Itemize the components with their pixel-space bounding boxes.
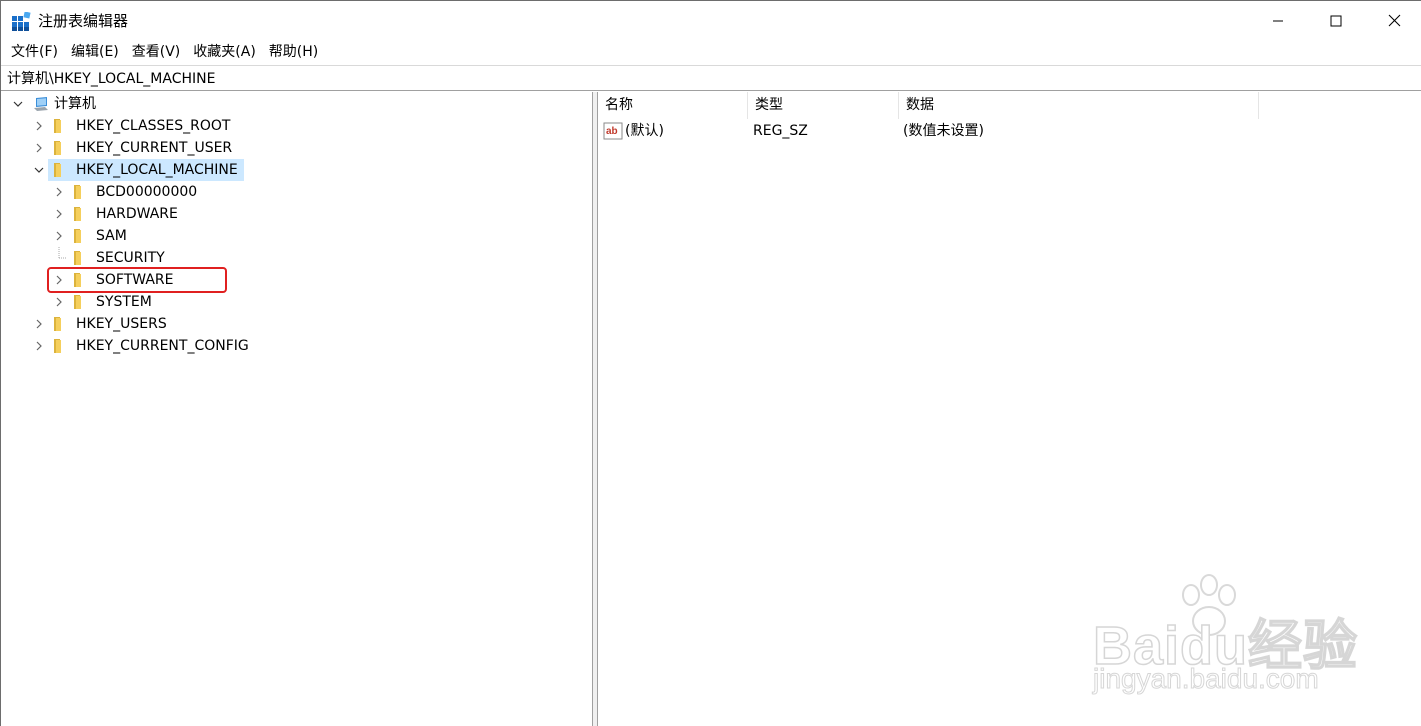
folder-open-icon (54, 163, 61, 177)
folder-icon (74, 207, 81, 221)
folder-icon (54, 317, 61, 331)
tree-item-hkey-local-machine[interactable]: HKEY_LOCAL_MACHINE (32, 159, 244, 181)
maximize-icon (1330, 15, 1342, 26)
tree-item-label: SYSTEM (96, 294, 152, 310)
tree-item-hardware[interactable]: HARDWARE (52, 203, 181, 225)
folder-icon (74, 229, 81, 243)
folder-icon (74, 251, 81, 265)
chevron-down-icon[interactable] (11, 97, 25, 111)
menu-edit[interactable]: 编辑(E) (66, 40, 124, 64)
chevron-right-icon[interactable] (52, 185, 66, 199)
column-header-data[interactable]: 数据 (899, 92, 1259, 119)
minimize-button[interactable] (1249, 1, 1307, 40)
tree-item-label: HKEY_USERS (76, 316, 167, 332)
tree-item-system[interactable]: SYSTEM (52, 291, 155, 313)
watermark-url: jingyan.baidu.com (1093, 663, 1320, 695)
baidu-watermark: Baidu经验 jingyan.baidu.com (1081, 571, 1358, 701)
tree-item-computer[interactable]: 计算机 (11, 93, 99, 115)
tree-item-label: SECURITY (96, 250, 165, 266)
chevron-right-icon[interactable] (32, 119, 46, 133)
minimize-icon (1273, 20, 1283, 21)
tree-item-label: HKEY_LOCAL_MACHINE (76, 162, 238, 178)
registry-editor-window: 注册表编辑器 文件(F) 编辑(E) 查看(V) 收藏夹(A) 帮助(H) 计算… (0, 0, 1421, 726)
tree-item-sam[interactable]: SAM (52, 225, 130, 247)
tree-item-hkey-classes-root[interactable]: HKEY_CLASSES_ROOT (32, 115, 233, 137)
chevron-right-icon[interactable] (32, 141, 46, 155)
chevron-down-icon[interactable] (32, 163, 46, 177)
tree-item-security[interactable]: SECURITY (52, 247, 168, 269)
key-tree-pane[interactable]: 计算机 HKEY_CLASSES_ROOT HKEY_CURRENT_USER … (1, 92, 592, 726)
selection-highlight: HKEY_LOCAL_MACHINE (48, 159, 244, 181)
menu-favorites[interactable]: 收藏夹(A) (188, 40, 261, 64)
tree-item-bcd00000000[interactable]: BCD00000000 (52, 181, 200, 203)
maximize-button[interactable] (1307, 1, 1365, 40)
address-bar[interactable]: 计算机\HKEY_LOCAL_MACHINE (1, 65, 1421, 91)
chevron-right-icon[interactable] (52, 207, 66, 221)
column-header-type[interactable]: 类型 (748, 92, 899, 119)
menu-bar: 文件(F) 编辑(E) 查看(V) 收藏夹(A) 帮助(H) (1, 40, 1421, 64)
svg-text:ab: ab (606, 126, 618, 137)
value-name: (默认) (625, 123, 664, 139)
menu-file[interactable]: 文件(F) (6, 40, 63, 64)
folder-icon (74, 185, 81, 199)
menu-view[interactable]: 查看(V) (127, 40, 186, 64)
title-bar[interactable]: 注册表编辑器 (1, 1, 1421, 40)
tree-item-hkey-current-user[interactable]: HKEY_CURRENT_USER (32, 137, 235, 159)
computer-icon (34, 97, 48, 111)
chevron-right-icon[interactable] (32, 339, 46, 353)
tree-item-hkey-users[interactable]: HKEY_USERS (32, 313, 170, 335)
list-header: 名称 类型 数据 (598, 92, 1259, 119)
value-type: REG_SZ (753, 123, 808, 139)
regedit-app-icon (12, 12, 31, 31)
value-row[interactable]: ab (默认) REG_SZ (数值未设置) (598, 120, 984, 142)
tree-connector (52, 247, 66, 265)
reg-sz-icon: ab (603, 122, 623, 140)
value-data: (数值未设置) (903, 123, 984, 139)
address-path[interactable]: 计算机\HKEY_LOCAL_MACHINE (7, 69, 215, 89)
folder-icon (54, 119, 61, 133)
tree-item-label: SAM (96, 228, 127, 244)
folder-icon (54, 141, 61, 155)
folder-icon (54, 339, 61, 353)
tree-item-label: 计算机 (54, 96, 96, 112)
window-title: 注册表编辑器 (38, 12, 129, 30)
tree-item-label: HARDWARE (96, 206, 178, 222)
column-header-name[interactable]: 名称 (598, 92, 748, 119)
annotation-highlight-box (47, 267, 227, 293)
close-icon (1388, 14, 1400, 27)
tree-item-label: HKEY_CURRENT_USER (76, 140, 233, 156)
chevron-right-icon[interactable] (32, 317, 46, 331)
chevron-right-icon[interactable] (52, 295, 66, 309)
tree-item-label: HKEY_CURRENT_CONFIG (76, 338, 249, 354)
tree-item-label: BCD00000000 (96, 184, 198, 200)
tree-item-hkey-current-config[interactable]: HKEY_CURRENT_CONFIG (32, 335, 252, 357)
tree-item-label: HKEY_CLASSES_ROOT (76, 118, 231, 134)
folder-icon (74, 295, 81, 309)
chevron-right-icon[interactable] (52, 229, 66, 243)
menu-help[interactable]: 帮助(H) (264, 40, 323, 64)
close-button[interactable] (1365, 1, 1421, 40)
